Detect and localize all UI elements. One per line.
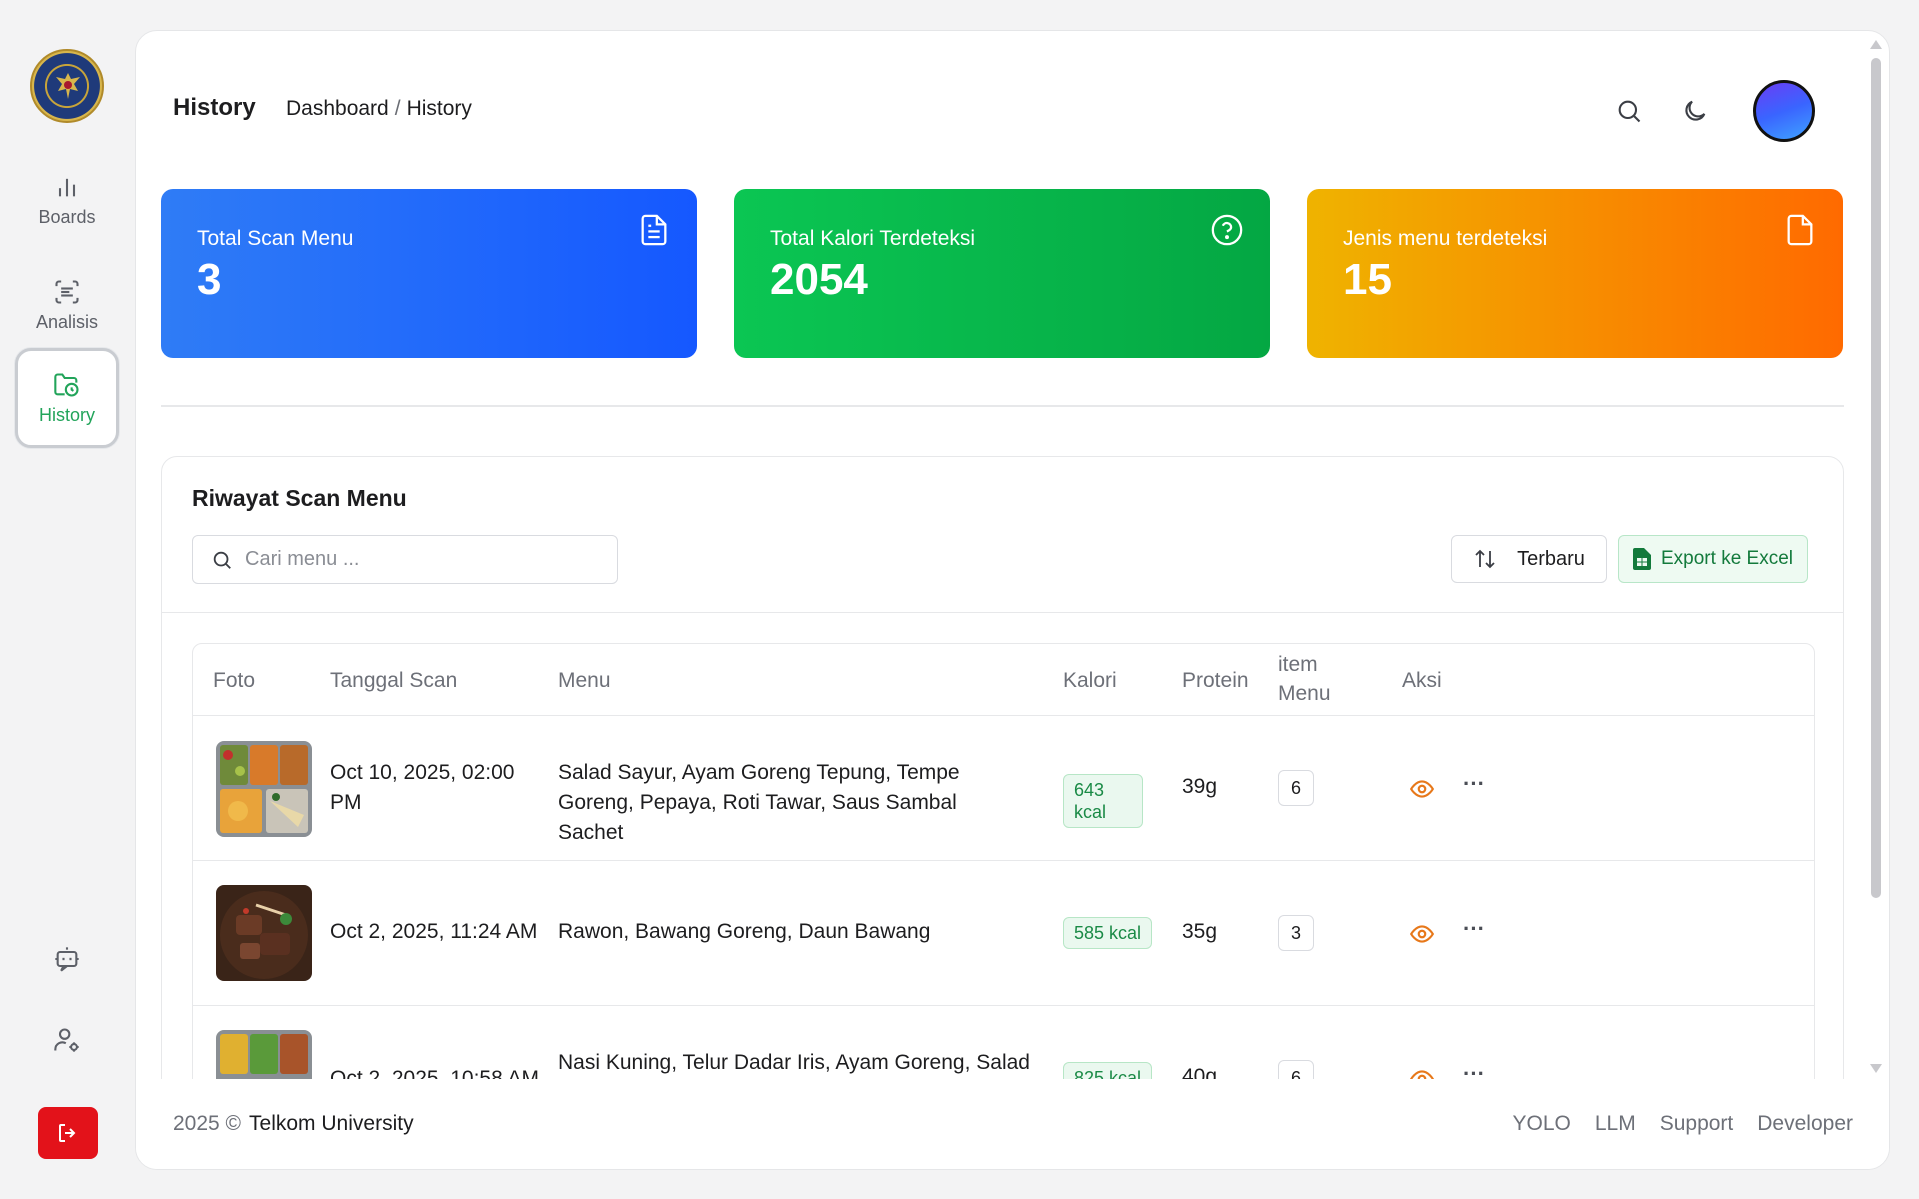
scrollbar[interactable] — [1867, 36, 1883, 1076]
scroll-down-arrow-icon[interactable] — [1870, 1064, 1882, 1073]
sort-button[interactable]: Terbaru — [1451, 535, 1607, 583]
search-box — [192, 535, 618, 584]
card-divider — [162, 612, 1843, 613]
item-count: 6 — [1278, 770, 1314, 806]
food-photo[interactable] — [216, 885, 312, 981]
table-header: Foto Tanggal Scan Menu Kalori Protein it… — [193, 644, 1814, 716]
col-kalori: Kalori — [1063, 669, 1117, 692]
stat-card-total-kalori: Total Kalori Terdeteksi 2054 — [734, 189, 1270, 358]
sidebar-item-label: Analisis — [35, 311, 99, 332]
sidebar: Boards Analisis History — [0, 0, 135, 1199]
export-label: Export ke Excel — [1661, 548, 1793, 569]
export-excel-button[interactable]: Export ke Excel — [1618, 535, 1808, 583]
stat-value: 2054 — [770, 255, 868, 304]
table-row[interactable]: Oct 2, 2025, 11:24 AM Rawon, Bawang Gore… — [193, 861, 1814, 1006]
breadcrumb-dashboard[interactable]: Dashboard — [286, 97, 389, 120]
food-photo[interactable] — [216, 741, 312, 837]
col-tanggal: Tanggal Scan — [330, 669, 458, 692]
footer-link-llm[interactable]: LLM — [1595, 1112, 1636, 1136]
kalori-badge: 643 kcal — [1063, 774, 1143, 828]
protein-value: 35g — [1182, 920, 1218, 943]
scrollbar-thumb[interactable] — [1871, 58, 1881, 898]
copyright-org[interactable]: Telkom University — [249, 1112, 414, 1135]
table-row[interactable]: Oct 10, 2025, 02:00 PM Salad Sayur, Ayam… — [193, 716, 1814, 861]
sidebar-item-history[interactable]: History — [15, 348, 119, 448]
chatbot-icon[interactable] — [50, 942, 84, 976]
col-item-menu: item Menu — [1278, 653, 1331, 705]
copyright: 2025 © Telkom University — [173, 1112, 414, 1136]
copyright-year: 2025 © — [173, 1112, 242, 1135]
col-foto: Foto — [213, 669, 256, 692]
stat-value: 3 — [197, 255, 222, 304]
sidebar-item-label: History — [38, 404, 95, 425]
footer: 2025 © Telkom University YOLO LLM Support… — [136, 1079, 1889, 1169]
footer-link-developer[interactable]: Developer — [1757, 1112, 1853, 1136]
scan-date: Oct 2, 2025, 11:24 AM — [330, 920, 538, 943]
file-icon — [1787, 214, 1813, 246]
stat-card-total-scan: Total Scan Menu 3 — [161, 189, 697, 358]
file-text-icon — [641, 214, 667, 246]
logout-button[interactable] — [38, 1107, 98, 1159]
history-card: Riwayat Scan Menu Terbaru Export ke Exce… — [161, 456, 1844, 1169]
menu-list: Rawon, Bawang Goreng, Daun Bawang — [558, 920, 931, 943]
search-input[interactable] — [245, 548, 605, 571]
scroll-up-arrow-icon[interactable] — [1870, 40, 1882, 49]
sidebar-item-boards[interactable]: Boards — [15, 150, 119, 250]
avatar[interactable] — [1753, 80, 1815, 142]
search-icon — [213, 551, 231, 569]
scan-text-icon — [55, 279, 79, 304]
kalori-badge: 585 kcal — [1063, 917, 1153, 949]
history-title: Riwayat Scan Menu — [192, 485, 407, 511]
scan-date: Oct 10, 2025, 02:00 PM — [330, 761, 515, 814]
footer-link-support[interactable]: Support — [1660, 1112, 1734, 1136]
protein-value: 39g — [1182, 775, 1218, 798]
logout-icon — [59, 1124, 76, 1142]
sidebar-item-analisis[interactable]: Analisis — [15, 255, 119, 355]
logo — [30, 49, 104, 123]
sidebar-item-label: Boards — [38, 206, 96, 227]
dark-mode-icon[interactable] — [1677, 93, 1713, 129]
stat-value: 15 — [1343, 255, 1392, 304]
more-options-icon[interactable]: ··· — [1459, 918, 1489, 947]
footer-link-yolo[interactable]: YOLO — [1512, 1112, 1570, 1136]
user-settings-icon[interactable] — [50, 1023, 84, 1057]
breadcrumb-history: History — [406, 97, 472, 120]
help-circle-icon — [1211, 214, 1243, 246]
col-menu: Menu — [558, 669, 611, 692]
breadcrumb: Dashboard / History — [286, 97, 472, 121]
breadcrumb-separator: / — [394, 97, 401, 120]
view-eye-icon[interactable] — [1409, 776, 1435, 802]
folder-clock-icon — [54, 372, 79, 397]
search-icon[interactable] — [1611, 93, 1647, 129]
col-aksi: Aksi — [1402, 669, 1442, 692]
section-divider — [161, 405, 1844, 407]
garuda-emblem-icon — [56, 73, 80, 99]
stat-label: Total Kalori Terdeteksi — [770, 227, 976, 250]
menu-list: Salad Sayur, Ayam Goreng Tepung, Tempe G… — [558, 761, 960, 844]
view-eye-icon[interactable] — [1409, 921, 1435, 947]
sort-arrows-icon — [1475, 549, 1495, 569]
stat-label: Total Scan Menu — [197, 227, 354, 250]
footer-links: YOLO LLM Support Developer — [1512, 1112, 1853, 1136]
spreadsheet-icon — [1633, 548, 1651, 570]
col-protein: Protein — [1182, 669, 1249, 692]
more-options-icon[interactable]: ··· — [1459, 773, 1489, 802]
stat-label: Jenis menu terdeteksi — [1343, 227, 1548, 250]
stat-card-jenis-menu: Jenis menu terdeteksi 15 — [1307, 189, 1843, 358]
item-count: 3 — [1278, 915, 1314, 951]
sort-label: Terbaru — [1517, 547, 1585, 570]
main-panel: History Dashboard / History Total Scan Men… — [135, 30, 1890, 1170]
page-title: History — [173, 94, 256, 121]
bar-chart-icon — [58, 178, 76, 196]
